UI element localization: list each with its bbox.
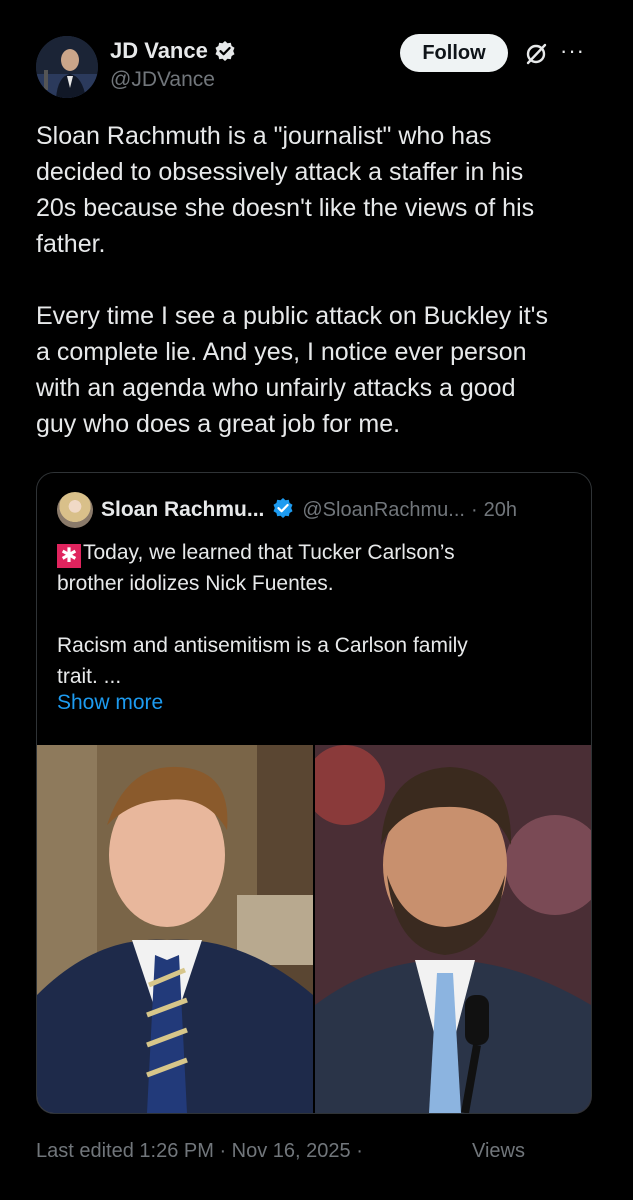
author-name[interactable]: JD Vance [110,38,236,64]
verified-badge-icon [214,40,236,62]
quoted-author-name[interactable]: Sloan Rachmu... [101,498,264,522]
quoted-post-text: ✱ Today, we learned that Tucker Carlson’s… [57,537,577,692]
author-name-text[interactable]: JD Vance [110,38,208,64]
quoted-separator: · [470,498,478,521]
quoted-timestamp[interactable]: 20h [484,499,517,522]
post-header: JD Vance @JDVance Follow ··· [0,0,633,110]
views-label: Views [472,1140,525,1162]
show-more-link[interactable]: Show more [57,691,163,715]
follow-button[interactable]: Follow [400,34,508,72]
post-timestamp[interactable]: Last edited 1:26 PM · Nov 16, 2025 · [36,1140,363,1163]
quoted-post[interactable]: Sloan Rachmu... @SloanRachmu... · 20h ✱ T… [36,472,592,1114]
staffer-photo[interactable] [37,745,313,1113]
quoted-post-text-content: Today, we learned that Tucker Carlson’s … [57,541,468,688]
author-avatar[interactable] [36,36,98,98]
quoted-verified-badge-icon [272,497,294,524]
vance-photo[interactable] [315,745,591,1113]
siren-icon: ✱ [57,544,81,568]
author-handle[interactable]: @JDVance [110,68,215,92]
more-options-icon[interactable]: ··· [560,38,585,64]
quoted-post-header: Sloan Rachmu... @SloanRachmu... · 20h [57,491,577,529]
quoted-author-handle[interactable]: @SloanRachmu... [302,499,465,522]
quoted-media[interactable] [37,745,591,1113]
post-body-text: Sloan Rachmuth is a "journalist" who has… [36,122,548,438]
grok-icon[interactable] [524,42,548,66]
quoted-author-avatar[interactable] [57,492,93,528]
